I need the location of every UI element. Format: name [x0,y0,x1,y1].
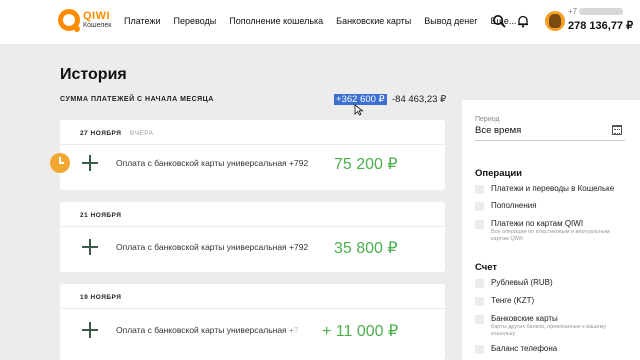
group-date: 21 НОЯБРЯ [80,212,122,219]
nav-topup[interactable]: Пополнение кошелька [229,16,323,26]
checkbox-label[interactable]: Платежи и переводы в Кошельке [491,184,614,193]
period-select[interactable]: Все время [475,125,521,136]
plus-icon [82,239,98,255]
period-label: Период [475,116,500,123]
date-group-card: 21 НОЯБРЯ Оплата с банковской карты унив… [60,202,445,272]
page-title: История [60,66,127,83]
transaction-amount: + 11 000 ₽ [322,323,399,340]
logo-name: QIWI [83,10,111,22]
calendar-icon[interactable] [612,125,622,135]
monthly-expense: -84 463,23 ₽ [392,94,447,105]
nav-bank-cards[interactable]: Банковские карты [336,16,411,26]
checkbox-hint: Карты других банков, привязанные к вашем… [491,324,607,337]
top-header: QIWI Кошелек Платежи Переводы Пополнение… [0,0,640,44]
group-date: 27 НОЯБРЯ [80,130,122,137]
divider [60,308,445,309]
checkbox-rub[interactable] [475,279,484,288]
bell-icon[interactable] [516,14,530,28]
plus-icon [82,155,98,171]
checkbox-qiwi-cards[interactable] [475,220,484,229]
checkbox-label[interactable]: Баланс телефона [491,344,557,353]
divider [60,226,445,227]
avatar-figure [549,14,561,28]
nav-payments[interactable]: Платежи [124,16,161,26]
group-date-note: ВЧЕРА [130,130,154,137]
clock-icon[interactable] [50,153,70,173]
account-title: Счет [475,262,498,273]
transaction-amount: 75 200 ₽ [334,156,398,173]
divider [60,144,445,145]
phone-prefix: +7 [568,7,578,16]
nav-transfers[interactable]: Переводы [174,16,217,26]
checkbox-hint: Все операции по пластиковым и виртуальны… [491,229,610,242]
period-underline [475,140,625,141]
mouse-cursor-icon [354,104,364,116]
wallet-balance[interactable]: 278 136,77 ₽ [568,19,633,32]
avatar[interactable] [545,11,565,31]
logo-dot [74,26,80,32]
checkbox-phone-balance[interactable] [475,345,484,354]
phone-number: +7 [568,7,624,16]
transaction-description: Оплата с банковской карты универсальная … [116,325,302,335]
checkbox-label[interactable]: Пополнения [491,201,537,210]
monthly-sum-label: СУММА ПЛАТЕЖЕЙ С НАЧАЛА МЕСЯЦА [60,96,214,103]
logo-subtitle: Кошелек [83,22,112,29]
transaction-amount: 35 800 ₽ [334,240,398,257]
checkbox-bank-cards[interactable] [475,315,484,324]
checkbox-label[interactable]: Платежи по картам QIWI [491,219,583,228]
operations-title: Операции [475,168,523,179]
checkbox-kzt[interactable] [475,297,484,306]
checkbox-wallet-payments[interactable] [475,185,484,194]
checkbox-topups[interactable] [475,202,484,211]
checkbox-label[interactable]: Рублевый (RUB) [491,278,553,287]
phone-hidden [579,8,624,16]
transaction-description: Оплата с банковской карты универсальная … [116,242,324,252]
nav-withdraw[interactable]: Вывод денег [424,16,477,26]
date-group-card: 27 НОЯБРЯ ВЧЕРА Оплата с банковской карт… [60,120,445,190]
plus-icon [82,322,98,338]
transaction-description: Оплата с банковской карты универсальная … [116,158,324,168]
qiwi-logo[interactable]: QIWI Кошелек [58,9,128,37]
checkbox-label[interactable]: Тенге (KZT) [491,296,534,305]
search-icon[interactable] [492,14,506,28]
group-date: 19 НОЯБРЯ [80,294,122,301]
checkbox-label[interactable]: Банковские карты [491,314,558,323]
date-group-card: 19 НОЯБРЯ Оплата с банковской карты унив… [60,284,445,360]
main-nav: Платежи Переводы Пополнение кошелька Бан… [124,16,529,26]
